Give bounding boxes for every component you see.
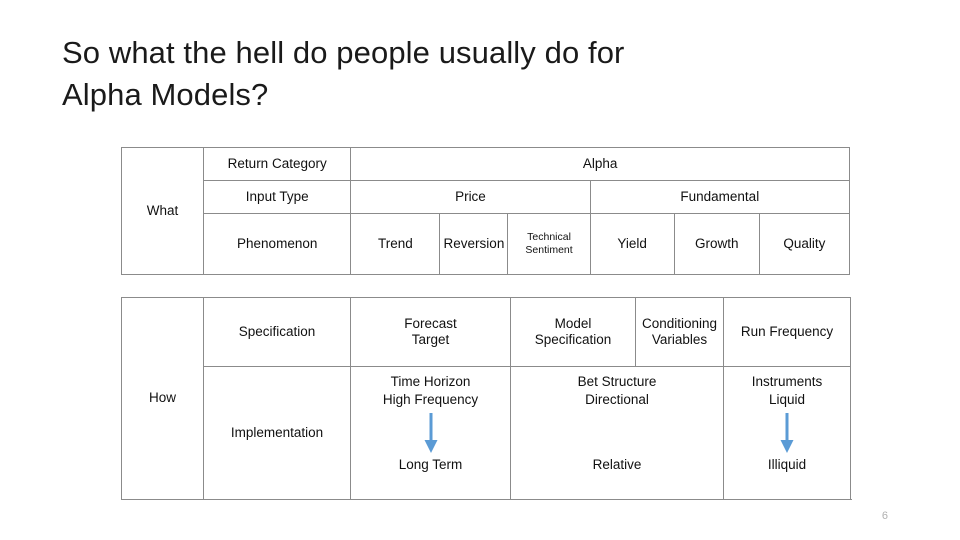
how-cell-model-specification: Model Specification xyxy=(509,297,637,367)
how-cell-bet-structure-top: Bet Structure Directional xyxy=(577,374,657,407)
how-cell-bet-structure-bottom: Relative xyxy=(592,456,642,472)
what-cell-reversion: Reversion xyxy=(439,213,509,275)
what-cell-yield: Yield xyxy=(589,213,675,275)
what-cell-fundamental: Fundamental xyxy=(589,180,851,214)
how-cell-instruments: Instruments Liquid Illiquid xyxy=(723,366,852,500)
down-arrow-icon xyxy=(779,411,795,455)
how-cell-forecast-target: Forecast Target xyxy=(350,297,511,367)
table-row: Input Type Price Fundamental xyxy=(122,180,851,214)
how-cell-instruments-top: Instruments Liquid xyxy=(751,374,823,407)
what-cell-price: Price xyxy=(350,180,591,214)
what-table: What Return Category Alpha Input Type Pr… xyxy=(120,147,851,275)
what-cell-growth: Growth xyxy=(673,213,760,275)
what-header-return-category: Return Category xyxy=(203,147,352,181)
what-row-label: What xyxy=(120,147,205,275)
how-header-specification: Specification xyxy=(203,297,351,367)
how-cell-time-horizon: Time Horizon High Frequency Long Term xyxy=(350,366,511,500)
what-cell-quality: Quality xyxy=(758,213,851,275)
table-row: Implementation Time Horizon High Frequen… xyxy=(122,366,852,500)
what-cell-trend: Trend xyxy=(350,213,441,275)
what-header-input-type: Input Type xyxy=(203,180,352,214)
page-number: 6 xyxy=(881,510,888,522)
how-table: How Specification Forecast Target Model … xyxy=(121,297,852,500)
how-cell-time-horizon-top: Time Horizon High Frequency xyxy=(382,374,479,407)
how-cell-instruments-bottom: Illiquid xyxy=(767,456,807,472)
what-cell-technical-sentiment: Technical Sentiment xyxy=(507,213,591,275)
how-header-implementation: Implementation xyxy=(203,366,351,500)
table-row: What Return Category Alpha xyxy=(120,147,850,275)
table-row: Phenomenon Trend Reversion Technical Sen… xyxy=(122,213,851,275)
how-cell-time-horizon-bottom: Long Term xyxy=(398,456,463,472)
arrow-placeholder xyxy=(609,411,625,455)
down-arrow-icon xyxy=(423,411,439,455)
how-cell-bet-structure: Bet Structure Directional Relative xyxy=(509,366,725,500)
what-cell-alpha: Alpha xyxy=(350,147,850,181)
how-cell-run-frequency: Run Frequency xyxy=(723,297,852,367)
how-row-label: How xyxy=(121,297,204,500)
what-header-phenomenon: Phenomenon xyxy=(203,213,352,275)
page-title: So what the hell do people usually do fo… xyxy=(62,35,625,112)
how-cell-conditioning-variables: Conditioning Variables xyxy=(635,297,725,367)
table-row: How Specification Forecast Target Model … xyxy=(121,297,852,500)
